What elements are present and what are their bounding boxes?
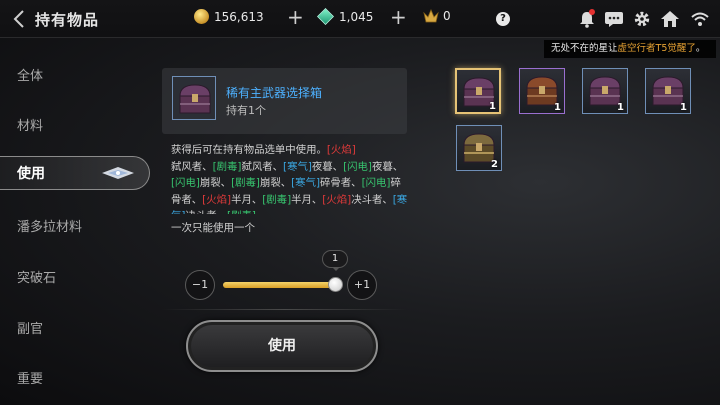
announcement-marquee: 无处不在的星让虚空行者T5觉醒了。 (544, 40, 716, 58)
element-tag: [剧毒] (212, 160, 242, 173)
gold-coin-icon (194, 9, 209, 24)
quantity-slider-fill (223, 282, 340, 288)
notification-dot (589, 9, 595, 15)
sidebar-item-adjutants[interactable]: 副官 (17, 318, 43, 337)
home-icon[interactable] (660, 10, 680, 28)
element-tag: [寒气] (283, 160, 312, 173)
weapon-name: 夜暮、 (311, 160, 344, 173)
inventory-slot[interactable]: 2 (456, 125, 502, 171)
marquee-highlight: 虚空行者T5觉醒了 (617, 43, 696, 54)
weapon-name: 碎骨者、 (320, 177, 362, 189)
marquee-suffix: 。 (695, 43, 706, 54)
inventory-slot[interactable]: 1 (582, 68, 628, 114)
marquee-prefix: 无处不在的星让 (551, 43, 618, 54)
decrease-quantity-button[interactable]: −1 (185, 270, 215, 300)
gear-icon[interactable] (632, 10, 652, 28)
item-count: 1 (617, 102, 624, 113)
quantity-slider-handle[interactable] (328, 277, 343, 292)
category-sidebar: 全体 材料 潘多拉材料 突破石 副官 重要 (0, 38, 150, 405)
add-gold-button[interactable]: + (287, 6, 304, 28)
crown-icon (423, 9, 439, 23)
item-name: 稀有主武器选择箱 (226, 86, 323, 100)
element-tag: [剧毒] (262, 193, 292, 206)
item-count: 1 (554, 102, 561, 113)
description-intro: 获得后可在持有物品选单中使用。 (171, 144, 327, 156)
back-arrow-icon[interactable] (12, 8, 30, 30)
divider (162, 309, 407, 310)
inventory-slot[interactable]: 1 (519, 68, 565, 114)
element-tag: [火焰] (322, 193, 352, 206)
gem-currency: 1,045 (317, 8, 374, 25)
page-title: 持有物品 (35, 11, 100, 29)
inventory-slot[interactable]: 1 (455, 68, 501, 114)
weapon-name: 崩裂、 (259, 177, 292, 189)
item-owned-count: 持有1个 (226, 104, 266, 117)
element-tag: [寒气] (291, 177, 321, 189)
chat-icon[interactable] (604, 10, 624, 28)
element-tag: [剧毒] (227, 210, 256, 214)
crown-amount: 0 (443, 9, 451, 23)
item-count: 2 (491, 159, 498, 170)
use-button[interactable]: 使用 (186, 320, 378, 372)
wifi-icon (691, 12, 709, 26)
item-count: 1 (680, 102, 687, 113)
gem-amount: 1,045 (339, 9, 374, 24)
use-limit-note: 一次只能使用一个 (171, 222, 255, 234)
sidebar-item-important[interactable]: 重要 (17, 368, 43, 387)
selected-item-icon (172, 76, 216, 120)
gem-icon (317, 8, 334, 25)
winged-selector-icon (102, 167, 134, 179)
item-count: 1 (489, 101, 496, 112)
treasure-chest-icon (179, 84, 211, 114)
weapon-name: 崩裂、 (199, 177, 232, 189)
sidebar-item-all[interactable]: 全体 (17, 65, 43, 84)
weapon-name: 弑风者、 (241, 160, 284, 173)
element-tag: [闪电] (361, 177, 391, 189)
quantity-bubble: 1 (322, 250, 348, 271)
sidebar-item-pandora-materials[interactable]: 潘多拉材料 (17, 216, 82, 235)
inventory-slot[interactable]: 1 (645, 68, 691, 114)
help-icon[interactable]: ? (496, 12, 510, 26)
weapon-name: 半月、 (231, 193, 263, 206)
increase-quantity-button[interactable]: +1 (347, 270, 377, 300)
element-tag: [火焰] (326, 144, 356, 156)
element-tag: [火焰] (202, 193, 232, 206)
weapon-name: 弑风者、 (171, 160, 213, 173)
element-tag: [剧毒] (231, 177, 260, 189)
add-gem-button[interactable]: + (390, 6, 407, 28)
top-bar: 持有物品 156,613 + 1,045 + 0 ? (0, 0, 720, 38)
weapon-name: 夜暮、 (371, 160, 404, 173)
element-tag: [闪电] (171, 177, 200, 189)
gold-amount: 156,613 (214, 9, 264, 24)
weapon-name: 决斗者、 (351, 193, 393, 206)
weapon-name: 决斗者、 (185, 210, 227, 214)
crown-currency: 0 (423, 9, 451, 23)
element-tag: [闪电] (343, 160, 372, 173)
sidebar-item-use-label: 使用 (17, 166, 45, 182)
item-description: 获得后可在持有物品选单中使用。[火焰] 弑风者、[剧毒]弑风者、[寒气]夜暮、[闪… (171, 142, 411, 214)
gold-currency: 156,613 (194, 9, 264, 24)
sidebar-item-materials[interactable]: 材料 (17, 115, 43, 134)
sidebar-item-breakthrough-stones[interactable]: 突破石 (17, 267, 56, 286)
weapon-name: 半月、 (291, 193, 323, 206)
